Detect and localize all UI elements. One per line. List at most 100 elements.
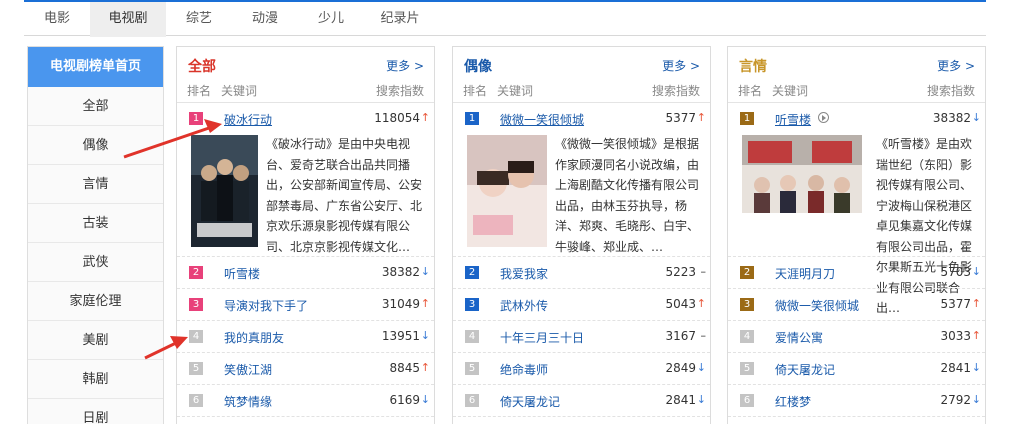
show-name-link[interactable]: 听雪楼 (224, 265, 260, 282)
ranking-row[interactable]: 5 笑傲江湖 8845 ↑ (177, 353, 434, 385)
show-name-link[interactable]: 我的真朋友 (224, 329, 284, 346)
down-arrow-icon: ↓ (420, 265, 430, 278)
sidebar-title[interactable]: 电视剧榜单首页 (28, 47, 163, 87)
more-link[interactable]: 更多 > (386, 57, 424, 74)
show-name-link[interactable]: 笑傲江湖 (224, 361, 272, 378)
down-arrow-icon: ↓ (971, 111, 981, 124)
poster-ting-xue-lou[interactable] (742, 135, 862, 213)
ranking-row[interactable]: 4 我的真朋友 13951 ↓ (177, 321, 434, 353)
top-item-detail: 《破冰行动》是由中央电视台、爱奇艺联合出品共同播出，公安部新闻宣传局、公安部禁毒… (177, 134, 434, 257)
show-description: 《破冰行动》是由中央电视台、爱奇艺联合出品共同播出，公安部新闻宣传局、公安部禁毒… (266, 137, 423, 254)
column-headers: 排名 关键词 搜索指数 (728, 81, 985, 103)
show-name-link[interactable]: 十年三月三十日 (500, 329, 584, 346)
poster-po-bing-xing-dong[interactable] (191, 135, 258, 247)
down-arrow-icon: ↓ (971, 265, 981, 278)
ranking-row[interactable]: 3 微微一笑很倾城 5377 ↑ (728, 289, 985, 321)
show-name-link[interactable]: 红楼梦 (775, 393, 811, 410)
rank-badge: 4 (740, 330, 754, 343)
up-arrow-icon: ↑ (971, 329, 981, 342)
up-arrow-icon: ↑ (420, 297, 430, 310)
show-name-link[interactable]: 筑梦情缘 (224, 393, 272, 410)
show-name-link[interactable]: 武林外传 (500, 297, 548, 314)
play-icon[interactable] (818, 112, 829, 123)
rank-badge: 5 (189, 362, 203, 375)
sidebar-item-korean-drama[interactable]: 韩剧 (28, 360, 163, 399)
poster-wei-wei-yi-xiao[interactable] (467, 135, 547, 247)
top-item-detail: 《微微一笑很倾城》是根据作家顾漫同名小说改编，由上海剧酷文化传播有限公司出品，由… (453, 134, 710, 257)
flat-dash-icon: – (700, 265, 707, 278)
search-index-value: 2792 (940, 393, 971, 407)
rank-badge: 6 (189, 394, 203, 407)
ranking-row[interactable]: 3 导演对我下手了 31049 ↑ (177, 289, 434, 321)
sidebar-item-wuxia[interactable]: 武侠 (28, 243, 163, 282)
ranking-row[interactable]: 6 筑梦情缘 6169 ↓ (177, 385, 434, 417)
column-headers: 排名 关键词 搜索指数 (177, 81, 434, 103)
sidebar-item-costume[interactable]: 古装 (28, 204, 163, 243)
ranking-row[interactable]: 2 天涯明月刀 5703 ↓ (728, 257, 985, 289)
col-rank: 排名 (463, 84, 488, 98)
rank-badge: 6 (740, 394, 754, 407)
show-name-link[interactable]: 破冰行动 (224, 111, 272, 128)
rank-badge: 2 (465, 266, 479, 279)
tab-kids[interactable]: 少儿 (298, 2, 364, 37)
rank-badge: 1 (189, 112, 203, 125)
tab-variety[interactable]: 综艺 (166, 2, 232, 37)
ranking-row[interactable]: 1 微微一笑很倾城 5377 ↑ (453, 103, 710, 134)
rank-badge: 2 (189, 266, 203, 279)
show-name-link[interactable]: 微微一笑很倾城 (500, 111, 584, 128)
panel-header: 全部 更多 > (177, 47, 434, 81)
rank-badge: 2 (740, 266, 754, 279)
sidebar-item-japanese-drama[interactable]: 日剧 (28, 399, 163, 424)
sidebar-item-us-drama[interactable]: 美剧 (28, 321, 163, 360)
show-name-link[interactable]: 倚天屠龙记 (500, 393, 560, 410)
ranking-panel-romance: 言情 更多 > 排名 关键词 搜索指数 1 听雪楼 38382 ↓ 《听雪楼》是由欢瑞世纪（东阳）… (727, 46, 986, 424)
ranking-row[interactable]: 2 听雪楼 38382 ↓ (177, 257, 434, 289)
up-arrow-icon: ↑ (696, 297, 706, 310)
tab-documentary[interactable]: 纪录片 (364, 2, 436, 37)
panel-header: 偶像 更多 > (453, 47, 710, 81)
panel-title: 全部 (188, 59, 216, 75)
tab-tv-series[interactable]: 电视剧 (90, 2, 166, 37)
more-link[interactable]: 更多 > (937, 57, 975, 74)
ranking-row[interactable]: 1 听雪楼 38382 ↓ (728, 103, 985, 134)
rank-badge: 5 (465, 362, 479, 375)
tab-anime[interactable]: 动漫 (232, 2, 298, 37)
sidebar-item-family[interactable]: 家庭伦理 (28, 282, 163, 321)
ranking-row[interactable]: 6 红楼梦 2792 ↓ (728, 385, 985, 417)
ranking-row[interactable]: 5 倚天屠龙记 2841 ↓ (728, 353, 985, 385)
more-link[interactable]: 更多 > (662, 57, 700, 74)
search-index-value: 5377 (940, 297, 971, 311)
col-rank: 排名 (187, 84, 212, 98)
show-name-link[interactable]: 我爱我家 (500, 265, 548, 282)
show-name-link[interactable]: 微微一笑很倾城 (775, 297, 859, 314)
sidebar-item-all[interactable]: 全部 (28, 87, 163, 126)
sidebar-item-romance[interactable]: 言情 (28, 165, 163, 204)
show-name-link[interactable]: 爱情公寓 (775, 329, 823, 346)
up-arrow-icon: ↑ (420, 111, 430, 124)
panel-title: 言情 (739, 59, 767, 75)
ranking-row[interactable]: 1 破冰行动 118054 ↑ (177, 103, 434, 134)
show-name-link[interactable]: 绝命毒师 (500, 361, 548, 378)
ranking-row[interactable]: 3 武林外传 5043 ↑ (453, 289, 710, 321)
sidebar-item-idol[interactable]: 偶像 (28, 126, 163, 165)
col-keyword: 关键词 (497, 84, 534, 98)
ranking-row[interactable]: 6 倚天屠龙记 2841 ↓ (453, 385, 710, 417)
col-keyword: 关键词 (221, 84, 258, 98)
ranking-row[interactable]: 2 我爱我家 5223– (453, 257, 710, 289)
show-name-link[interactable]: 天涯明月刀 (775, 265, 835, 282)
rank-badge: 1 (740, 112, 754, 125)
up-arrow-icon: ↑ (696, 111, 706, 124)
ranking-row[interactable]: 4 十年三月三十日 3167– (453, 321, 710, 353)
col-search-index: 搜索指数 (651, 84, 700, 98)
ranking-row[interactable]: 4 爱情公寓 3033 ↑ (728, 321, 985, 353)
tab-movies[interactable]: 电影 (24, 2, 90, 37)
search-index-value: 2841 (665, 393, 696, 407)
ranking-row[interactable]: 5 绝命毒师 2849 ↓ (453, 353, 710, 385)
panel-header: 言情 更多 > (728, 47, 985, 81)
search-index-value: 8845 (389, 361, 420, 375)
show-name-link[interactable]: 听雪楼 (775, 111, 811, 128)
rank-badge: 1 (465, 112, 479, 125)
search-index-value: 13951 (381, 329, 420, 343)
show-name-link[interactable]: 导演对我下手了 (224, 297, 308, 314)
show-name-link[interactable]: 倚天屠龙记 (775, 361, 835, 378)
